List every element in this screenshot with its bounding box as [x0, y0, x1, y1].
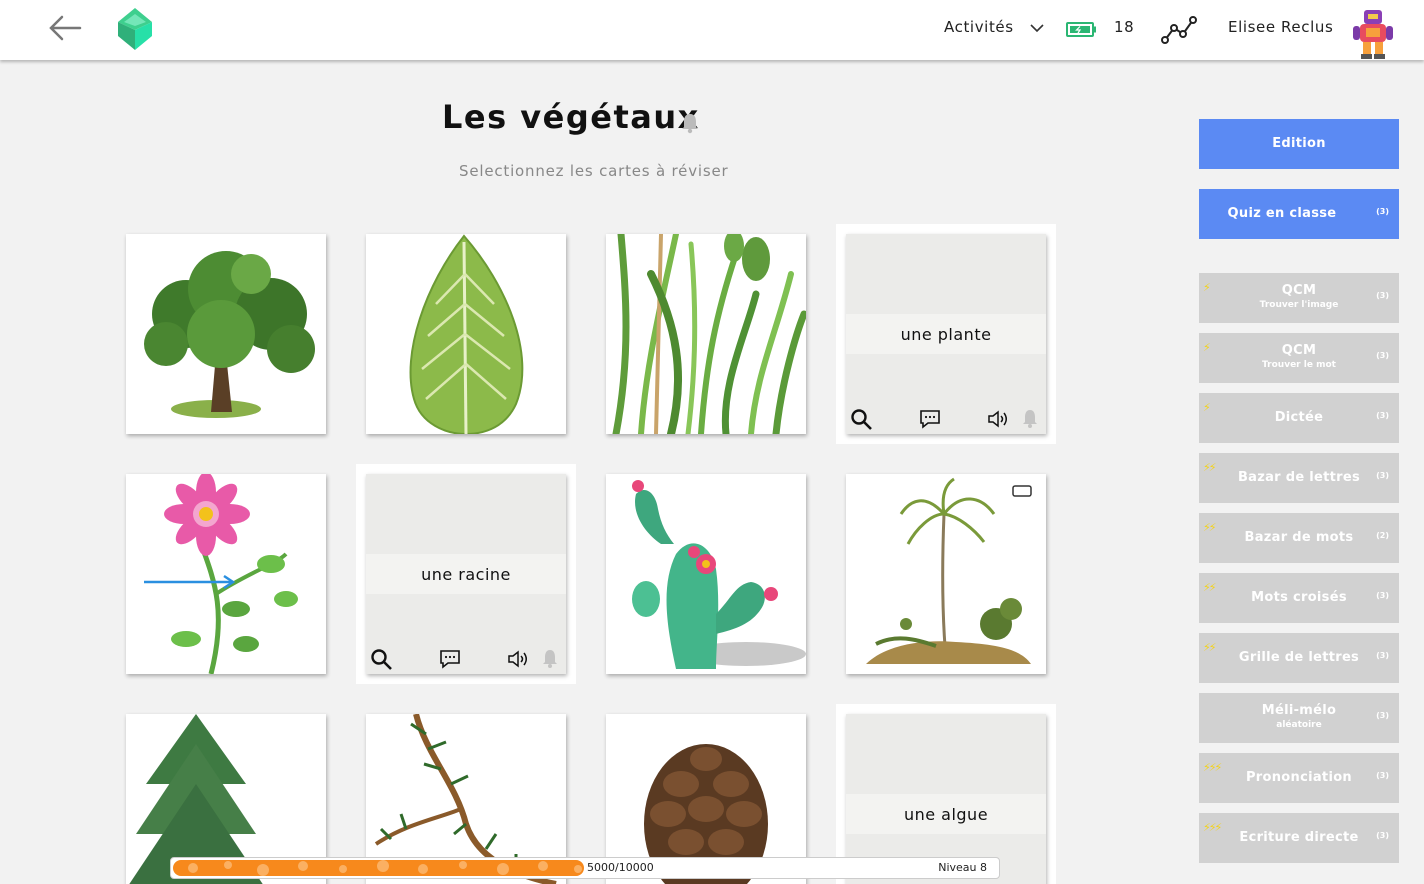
level-label: Niveau 8 — [938, 861, 987, 874]
search-icon[interactable] — [850, 408, 874, 430]
speaker-icon[interactable] — [986, 408, 1010, 430]
activity-count: (2) — [1376, 531, 1389, 540]
activity-sublabel: aléatoire — [1276, 720, 1322, 730]
activity-count: (3) — [1376, 771, 1389, 780]
leaf-image — [409, 234, 524, 434]
xp-progress-bar: 5000/10000 Niveau 8 — [170, 857, 1000, 879]
palm-tree-image — [866, 477, 1032, 664]
progress-dots-pattern — [188, 860, 582, 876]
activities-menu[interactable]: Activités — [944, 18, 1014, 36]
activity-label: Dictée — [1274, 410, 1324, 425]
card-tree[interactable] — [126, 234, 326, 434]
edition-label: Edition — [1272, 136, 1326, 151]
speaker-icon[interactable] — [506, 648, 530, 670]
card-cactus[interactable] — [606, 474, 806, 674]
activity-count: (3) — [1376, 591, 1389, 600]
xp-progress-fill — [173, 860, 584, 876]
activity-button[interactable]: ⚡ QCM Trouver l'image (3) — [1199, 273, 1399, 323]
card-plante[interactable]: une plante — [846, 234, 1046, 434]
chevron-down-icon[interactable] — [1028, 20, 1046, 36]
battery-icon — [1066, 22, 1096, 37]
bell-icon[interactable] — [1018, 408, 1042, 430]
quiz-en-classe-button[interactable]: Quiz en classe (3) — [1199, 189, 1399, 239]
activity-label: Méli-mélo — [1261, 703, 1337, 718]
activity-button[interactable]: ⚡⚡⚡ Prononciation (3) — [1199, 753, 1399, 803]
tree-image — [144, 251, 315, 418]
user-name[interactable]: Elisee Reclus — [1228, 18, 1333, 36]
activity-label: Bazar de lettres — [1237, 470, 1361, 485]
quiz-label: Quiz en classe — [1227, 206, 1337, 221]
activity-label: Ecriture directe — [1239, 830, 1359, 845]
activity-label: QCM — [1281, 283, 1317, 298]
activity-sublabel: Trouver le mot — [1262, 360, 1336, 370]
activity-button[interactable]: Méli-mélo aléatoire (3) — [1199, 693, 1399, 743]
activity-count: (3) — [1376, 291, 1389, 300]
search-icon[interactable] — [370, 648, 394, 670]
quiz-count: (3) — [1376, 207, 1389, 216]
activity-button[interactable]: ⚡⚡ Grille de lettres (3) — [1199, 633, 1399, 683]
activity-label: Bazar de mots — [1244, 530, 1354, 545]
activity-label: Mots croisés — [1251, 590, 1347, 605]
card-grass[interactable] — [606, 234, 806, 434]
card-word: une plante — [900, 325, 992, 344]
activity-button[interactable]: ⚡⚡ Bazar de lettres (3) — [1199, 453, 1399, 503]
stats-chart-icon[interactable] — [1160, 14, 1198, 46]
logo-icon[interactable] — [116, 6, 154, 52]
activity-button[interactable]: ⚡⚡ Bazar de mots (2) — [1199, 513, 1399, 563]
page-subtitle: Selectionnez les cartes à réviser — [459, 162, 729, 180]
activity-count: (3) — [1376, 651, 1389, 660]
comment-icon[interactable] — [918, 408, 942, 430]
card-palm[interactable] — [846, 474, 1046, 674]
cactus-image — [632, 480, 806, 669]
comment-icon[interactable] — [438, 648, 462, 670]
top-bar: Activités 18 Elisee Reclus — [0, 0, 1424, 60]
activity-label: Prononciation — [1245, 770, 1352, 785]
xp-progress-text: 5000/10000 — [587, 861, 654, 874]
bell-icon[interactable] — [538, 648, 562, 670]
grass-image — [612, 234, 806, 434]
activity-label: Grille de lettres — [1238, 650, 1360, 665]
activity-button[interactable]: ⚡ Dictée (3) — [1199, 393, 1399, 443]
flower-image — [144, 474, 298, 674]
page-title: Les végétaux — [442, 98, 700, 136]
activity-count: (3) — [1376, 711, 1389, 720]
activity-sublabel: Trouver l'image — [1259, 300, 1339, 310]
card-word: une racine — [421, 565, 511, 584]
card-racine[interactable]: une racine — [366, 474, 566, 674]
card-flower[interactable] — [126, 474, 326, 674]
activity-count: (3) — [1376, 351, 1389, 360]
back-arrow-icon[interactable] — [46, 12, 84, 44]
card-leaf[interactable] — [366, 234, 566, 434]
activity-button[interactable]: ⚡⚡ Mots croisés (3) — [1199, 573, 1399, 623]
activity-count: (3) — [1376, 471, 1389, 480]
edition-button[interactable]: Edition — [1199, 119, 1399, 169]
activity-count: (3) — [1376, 831, 1389, 840]
activity-button[interactable]: ⚡⚡⚡ Ecriture directe (3) — [1199, 813, 1399, 863]
activity-button[interactable]: ⚡ QCM Trouver le mot (3) — [1199, 333, 1399, 383]
activity-label: QCM — [1281, 343, 1317, 358]
bell-icon[interactable] — [680, 112, 700, 134]
activity-count: (3) — [1376, 411, 1389, 420]
robot-avatar[interactable] — [1352, 8, 1394, 60]
energy-count: 18 — [1114, 18, 1135, 36]
card-word: une algue — [903, 805, 989, 824]
